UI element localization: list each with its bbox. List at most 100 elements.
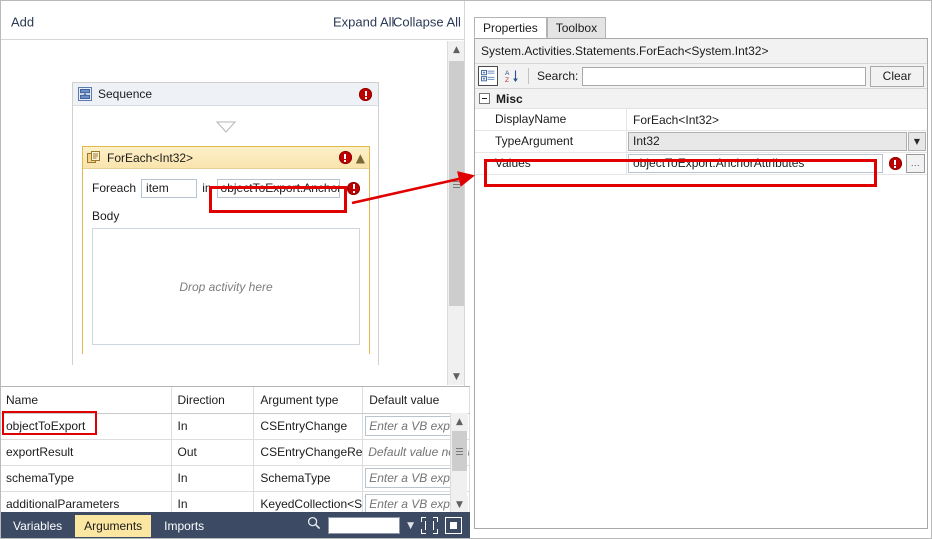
property-name-label: TypeArgument <box>475 131 627 152</box>
tab-properties[interactable]: Properties <box>474 17 547 38</box>
properties-window: System.Activities.Statements.ForEach<Sys… <box>474 38 928 529</box>
foreach-header[interactable]: ForEach<Int32> ▲ <box>83 147 369 169</box>
argument-name-cell[interactable]: exportResult <box>0 439 172 466</box>
displayname-value[interactable]: ForEach<Int32> <box>627 113 719 127</box>
typeargument-combo-input[interactable]: Int32 <box>628 132 907 151</box>
default-value-input[interactable]: Enter a VB express <box>365 468 463 488</box>
selected-object-type: System.Activities.Statements.ForEach<Sys… <box>475 39 927 64</box>
chevron-down-icon[interactable]: ▼ <box>451 496 468 513</box>
designer-vertical-scrollbar[interactable]: ▲ ▼ <box>447 41 465 385</box>
chevron-up-icon[interactable]: ▲ <box>448 41 465 58</box>
column-header-default-value[interactable]: Default value <box>362 387 470 414</box>
chevron-down-icon[interactable]: ▼ <box>908 132 926 151</box>
values-error-slot <box>884 157 906 170</box>
foreach-header-actions: ▲ <box>338 151 365 164</box>
properties-toolbar: A Z Search: Clear <box>475 64 927 89</box>
property-row-typeargument[interactable]: TypeArgument Int32 ▼ <box>475 131 927 153</box>
magnifier-icon[interactable] <box>307 516 321 535</box>
body-drop-zone[interactable]: Drop activity here <box>92 228 360 345</box>
column-header-argument-type[interactable]: Argument type <box>253 387 364 414</box>
category-label: Misc <box>496 91 523 106</box>
argument-type-cell[interactable]: CSEntryChangeRes <box>253 439 364 466</box>
designer-canvas[interactable]: Sequence ForEach<Int32> ▲ Foreach item i… <box>0 40 455 385</box>
column-header-direction[interactable]: Direction <box>171 387 255 414</box>
clear-button[interactable]: Clear <box>870 65 924 87</box>
error-badge-icon[interactable] <box>888 157 902 170</box>
error-badge-icon[interactable] <box>347 181 360 195</box>
workflow-designer-pane: Add Expand All Collapse All Sequence For… <box>0 0 470 539</box>
scroll-thumb-grip-icon[interactable] <box>449 61 464 306</box>
drop-zone-placeholder: Drop activity here <box>179 279 273 294</box>
default-value-input[interactable]: Enter a VB express <box>365 416 463 436</box>
actual-size-icon[interactable] <box>445 517 462 534</box>
properties-tabstrip: Properties Toolbox <box>474 17 607 38</box>
foreach-label: Foreach <box>92 181 137 195</box>
foreach-expression-row: Foreach item in objectToExport.Anchor <box>92 177 360 199</box>
sequence-header[interactable]: Sequence <box>73 83 378 106</box>
foreach-body: Foreach item in objectToExport.Anchor Bo… <box>83 169 369 354</box>
alphabetical-sort-icon[interactable]: A Z <box>502 66 522 86</box>
chevron-down-icon[interactable]: ▼ <box>448 368 465 385</box>
tab-imports[interactable]: Imports <box>155 515 213 537</box>
drop-indicator-arrow-icon <box>215 120 236 138</box>
chevron-down-icon[interactable]: ▼ <box>407 521 414 531</box>
argument-direction-cell[interactable]: In <box>171 413 255 440</box>
values-expression-editor-button[interactable]: ... <box>906 154 925 173</box>
chevron-up-icon[interactable]: ▲ <box>451 413 468 430</box>
foreach-activity[interactable]: ForEach<Int32> ▲ Foreach item in objectT… <box>82 146 370 354</box>
argument-type-cell[interactable]: CSEntryChange <box>253 413 364 440</box>
search-input[interactable] <box>582 66 866 86</box>
argument-name-cell[interactable]: objectToExport <box>0 413 172 440</box>
property-row-values[interactable]: Values objectToExport.AnchorAttributes .… <box>475 153 927 175</box>
scroll-thumb-grip-icon[interactable] <box>452 431 467 471</box>
chevron-up-icon[interactable]: ▲ <box>356 152 365 164</box>
property-category-misc[interactable]: Misc <box>475 89 927 109</box>
in-label: in <box>202 181 212 195</box>
sequence-body[interactable]: ForEach<Int32> ▲ Foreach item in objectT… <box>73 106 378 365</box>
svg-text:A: A <box>505 70 510 77</box>
default-value-input[interactable]: Enter a VB express <box>365 494 463 514</box>
arguments-table: Name Direction Argument type Default val… <box>0 387 470 518</box>
arguments-vertical-scrollbar[interactable]: ▲ ▼ <box>450 413 468 513</box>
property-value-cell[interactable]: ForEach<Int32> <box>627 109 927 130</box>
categorized-view-icon[interactable] <box>478 66 498 86</box>
designer-command-bar: Add Expand All Collapse All <box>0 0 470 40</box>
zoom-level-input[interactable] <box>328 517 401 534</box>
argument-type-cell[interactable]: SchemaType <box>253 465 364 492</box>
table-row[interactable]: exportResult Out CSEntryChangeRes Defaul… <box>0 439 470 466</box>
designer-status-bar: Variables Arguments Imports ▼ <box>0 512 470 539</box>
tab-toolbox[interactable]: Toolbox <box>546 17 607 38</box>
argument-name-cell[interactable]: schemaType <box>0 465 172 492</box>
svg-text:Z: Z <box>505 77 509 83</box>
collapse-all-link[interactable]: Collapse All <box>393 15 461 30</box>
zoom-toolbar: ▼ <box>307 516 470 536</box>
column-header-name[interactable]: Name <box>0 387 172 414</box>
tab-variables[interactable]: Variables <box>4 515 71 537</box>
toolbar-separator <box>528 68 529 84</box>
properties-pane: Properties Toolbox System.Activities.Sta… <box>470 0 932 539</box>
sequence-icon <box>78 87 92 101</box>
sequence-activity[interactable]: Sequence ForEach<Int32> ▲ Foreach item i… <box>72 82 379 365</box>
expand-all-link[interactable]: Expand All <box>333 15 394 30</box>
table-row[interactable]: objectToExport In CSEntryChange Enter a … <box>0 413 470 440</box>
error-badge-icon[interactable] <box>338 151 352 164</box>
fit-to-screen-icon[interactable] <box>421 517 440 536</box>
values-expression-input[interactable]: objectToExport.AnchorAttributes <box>628 154 883 173</box>
foreach-title: ForEach<Int32> <box>107 150 194 165</box>
property-value-cell[interactable]: Int32 ▼ <box>627 131 927 152</box>
argument-direction-cell[interactable]: Out <box>171 439 255 466</box>
sequence-title: Sequence <box>98 87 153 101</box>
add-link[interactable]: Add <box>11 15 34 30</box>
property-row-displayname[interactable]: DisplayName ForEach<Int32> <box>475 109 927 131</box>
search-label: Search: <box>537 69 579 83</box>
tab-arguments[interactable]: Arguments <box>75 514 152 537</box>
foreach-item-variable-input[interactable]: item <box>141 178 198 198</box>
collapse-box-icon[interactable] <box>479 93 490 104</box>
table-header-row: Name Direction Argument type Default val… <box>0 387 470 414</box>
foreach-values-expression-input[interactable]: objectToExport.Anchor <box>216 178 340 198</box>
error-badge-icon[interactable] <box>359 88 372 101</box>
argument-direction-cell[interactable]: In <box>171 465 255 492</box>
property-name-label: Values <box>475 153 627 174</box>
table-row[interactable]: schemaType In SchemaType Enter a VB expr… <box>0 465 470 492</box>
property-value-cell[interactable]: objectToExport.AnchorAttributes ... <box>627 153 927 174</box>
